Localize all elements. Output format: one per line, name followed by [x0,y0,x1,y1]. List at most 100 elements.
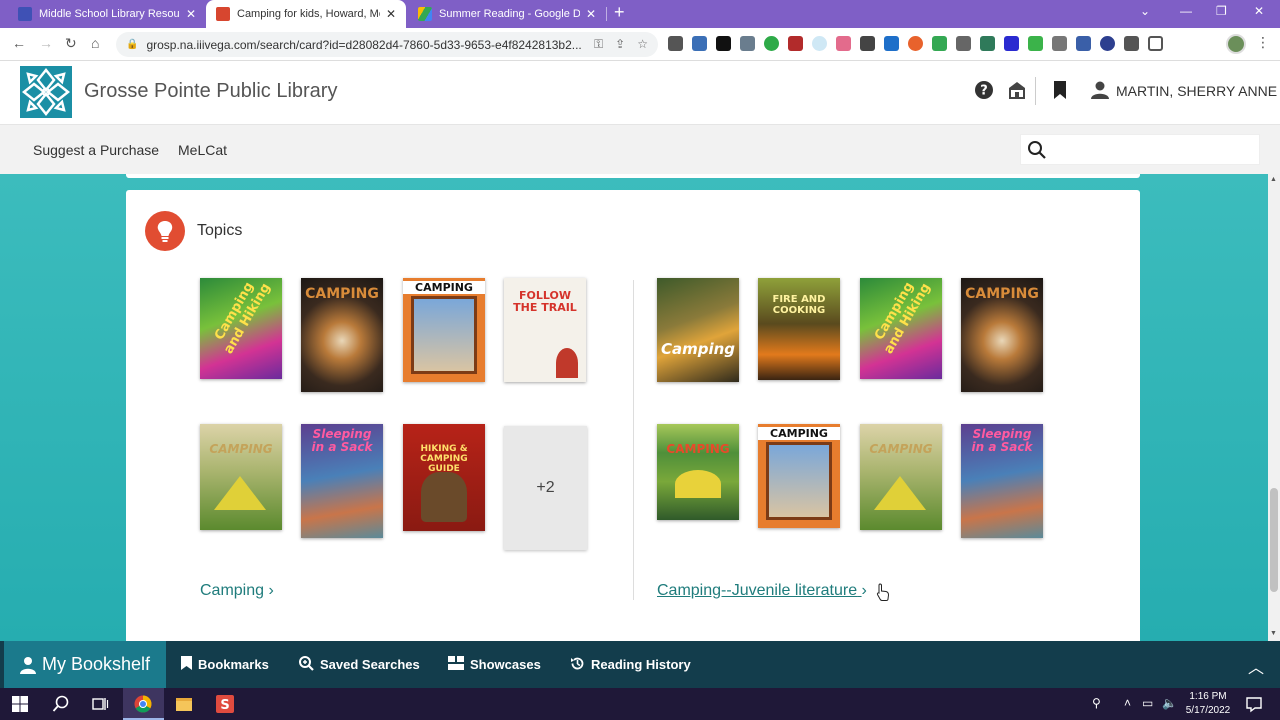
book-cover[interactable]: CAMPING [657,424,739,520]
wave-extension-icon[interactable] [980,36,995,51]
search-input[interactable] [1020,134,1260,165]
showcases-button[interactable]: Showcases [448,641,541,688]
book-cover[interactable]: Sleeping in a Sack [301,424,383,538]
play-extension-icon[interactable] [716,36,731,51]
back-icon[interactable]: ← [12,35,26,51]
bookmarks-button[interactable]: Bookmarks [181,641,269,688]
book-cover[interactable]: HIKING & CAMPING GUIDE [403,424,485,531]
share-icon[interactable]: ⇪ [615,37,625,52]
close-tab-icon[interactable]: ✕ [586,7,596,21]
tab-title: Middle School Library Resources [39,8,180,20]
library-name[interactable]: Grosse Pointe Public Library [84,80,337,103]
book-cover[interactable]: FIRE AND COOKING [758,278,840,380]
book-cover[interactable]: CAMPING [860,424,942,530]
chevron-up-icon[interactable]: ˄ [1124,696,1131,710]
new-tab-button[interactable]: + [614,2,625,23]
book-cover[interactable]: CAMPING [200,424,282,530]
scroll-down-arrow[interactable]: ▼ [1270,630,1277,637]
book-cover[interactable]: CAMPING [758,424,840,528]
system-clock[interactable]: 1:16 PM 5/17/2022 [1180,690,1236,718]
saved-searches-button[interactable]: Saved Searches [299,641,420,688]
tab-search-icon[interactable]: ⌄ [1140,4,1150,18]
close-window-button[interactable]: ✕ [1254,4,1264,18]
library-logo[interactable] [20,66,72,118]
key-icon[interactable]: ⚿ [594,37,603,52]
close-tab-icon[interactable]: ✕ [386,7,396,21]
scrollbar-thumb[interactable] [1270,488,1278,592]
chevron-up-icon[interactable]: ︿ [1248,654,1264,678]
my-bookshelf-button[interactable]: My Bookshelf [4,641,167,688]
user-icon [20,656,36,674]
more-covers-button[interactable]: +2 [504,426,587,550]
pen-extension-icon[interactable] [668,36,683,51]
close-tab-icon[interactable]: ✕ [186,7,196,21]
topic-link-camping-juvenile[interactable]: Camping--Juvenile literature › [657,582,867,600]
task-view-icon[interactable] [91,695,109,713]
melcat-link[interactable]: MeLCat [178,142,227,158]
person-extension-icon[interactable] [1076,36,1091,51]
suggest-purchase-link[interactable]: Suggest a Purchase [33,142,159,158]
browser-tab-middle-school[interactable]: Middle School Library Resources ✕ [8,0,206,28]
book-cover[interactable]: Sleeping in a Sack [961,424,1043,538]
screencastify-icon[interactable]: S [216,695,234,713]
arrow-extension-icon[interactable] [836,36,851,51]
file-explorer-icon[interactable] [175,695,193,713]
t-extension-icon[interactable] [788,36,803,51]
chrome-icon[interactable] [134,695,152,713]
minimize-button[interactable]: — [1180,4,1192,18]
browser-tab-camping[interactable]: Camping for kids, Howard, Melanie ✕ [206,0,406,28]
user-icon[interactable] [1090,80,1110,100]
reload-icon[interactable]: ↻ [65,35,77,52]
drive-extension-icon[interactable] [932,36,947,51]
book-cover[interactable]: FOLLOW THE TRAIL [504,278,586,382]
people-icon[interactable]: ⚲ [1092,696,1101,710]
book-cover[interactable]: CAMPING [961,278,1043,392]
battery-icon[interactable]: ▭ [1142,696,1153,710]
tab-title: Camping for kids, Howard, Melanie [237,8,380,20]
windows-start-icon[interactable] [11,695,29,713]
lines-extension-icon[interactable] [884,36,899,51]
help-icon[interactable]: ? [974,80,994,100]
rocket-extension-icon[interactable] [740,36,755,51]
k-extension-icon[interactable] [1100,36,1115,51]
hat-extension-icon[interactable] [956,36,971,51]
book-cover[interactable]: Camping and Hiking [200,278,282,379]
page-scrollbar[interactable]: ▲ ▼ [1268,174,1280,641]
window-extension-icon[interactable] [1052,36,1067,51]
circle-extension-icon[interactable] [812,36,827,51]
profile-avatar[interactable] [1226,34,1246,54]
sidepanel-icon[interactable] [1148,36,1163,51]
address-bar[interactable]: 🔒 grosp.na.iiivega.com/search/card?id=d2… [116,32,658,57]
book-cover[interactable]: CAMPING [403,278,485,382]
scroll-up-arrow[interactable]: ▲ [1270,176,1277,183]
square-extension-icon[interactable] [1028,36,1043,51]
kebab-menu-icon[interactable]: ⋮ [1256,34,1270,51]
b-extension-icon[interactable] [908,36,923,51]
volume-icon[interactable]: 🔈 [1162,696,1177,710]
url-text[interactable]: grosp.na.iiivega.com/search/card?id=d280… [146,38,594,52]
c-extension-icon[interactable] [1004,36,1019,51]
user-name[interactable]: MARTIN, SHERRY ANNE [1116,83,1277,99]
puzzle-extensions-icon[interactable] [1124,36,1139,51]
maximize-button[interactable]: ❐ [1216,4,1227,18]
notifications-icon[interactable] [1245,695,1263,713]
search-icon[interactable] [1027,140,1047,160]
browser-tab-summer-reading[interactable]: Summer Reading - Google Drive ✕ [408,0,606,28]
plus-extension-icon[interactable] [764,36,779,51]
book-cover[interactable]: Camping [657,278,739,382]
lock-icon[interactable]: 🔒 [126,39,138,50]
library-building-icon[interactable] [1007,80,1027,100]
topic-link-camping[interactable]: Camping › [200,582,274,600]
star-icon[interactable]: ☆ [637,37,648,52]
book-cover[interactable]: Camping and Hiking [860,278,942,379]
topic-link-label: Camping [200,582,265,599]
screencast-extension-icon[interactable] [692,36,707,51]
clock-date: 5/17/2022 [1185,705,1231,716]
home-icon[interactable]: ⌂ [91,35,99,51]
forward-icon[interactable]: → [39,35,53,51]
reading-history-button[interactable]: Reading History [570,641,691,688]
hq-extension-icon[interactable] [860,36,875,51]
bookmark-icon[interactable] [1050,80,1070,100]
book-cover[interactable]: CAMPING [301,278,383,392]
search-icon[interactable] [52,695,70,713]
